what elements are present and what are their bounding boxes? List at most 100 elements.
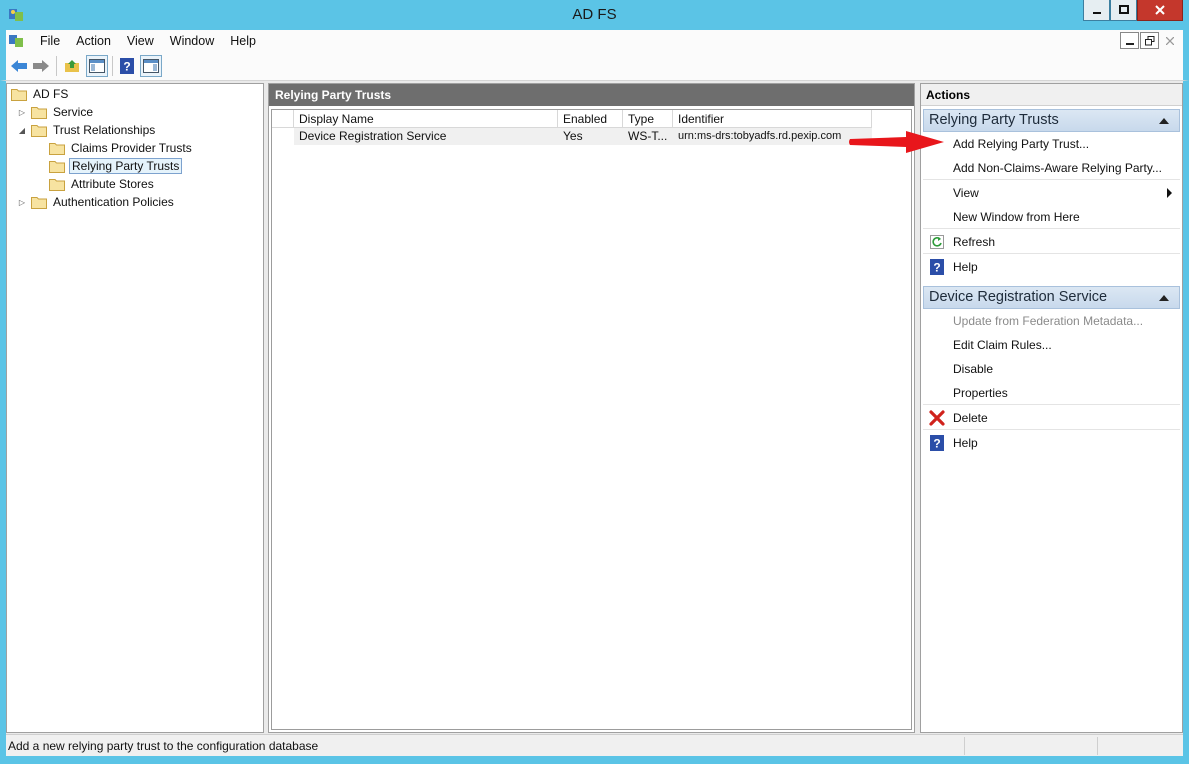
action-refresh[interactable]: Refresh	[923, 230, 1180, 254]
status-bar: Add a new relying party trust to the con…	[6, 734, 1183, 756]
toolbar-separator	[112, 56, 113, 76]
action-label: Help	[953, 260, 978, 274]
tree-item-claims-provider-trusts[interactable]: Claims Provider Trusts	[49, 139, 194, 157]
action-label: Add Relying Party Trust...	[953, 137, 1090, 151]
action-delete[interactable]: Delete	[923, 406, 1180, 430]
child-minimize-button[interactable]	[1120, 32, 1139, 49]
svg-text:?: ?	[933, 261, 940, 275]
child-window-controls	[1120, 32, 1179, 49]
tree-item-trust-relationships[interactable]: ◢ Trust Relationships	[17, 121, 157, 139]
actions-pane-title: Actions	[921, 84, 1182, 106]
collapsed-arrow-icon[interactable]: ▷	[17, 193, 27, 211]
action-label: Delete	[953, 410, 988, 425]
collapse-caret-icon[interactable]	[1159, 295, 1169, 301]
menu-bar: File Action View Window Help	[0, 30, 1189, 52]
action-view[interactable]: View	[923, 181, 1180, 205]
submenu-arrow-icon	[1167, 188, 1172, 198]
folder-icon	[49, 160, 65, 173]
action-label: Add Non-Claims-Aware Relying Party...	[953, 160, 1162, 175]
tree-item-attribute-stores[interactable]: Attribute Stores	[49, 175, 156, 193]
tree-item-label: AD FS	[33, 87, 69, 101]
svg-text:?: ?	[933, 437, 940, 451]
action-help-device-registration[interactable]: ? Help	[923, 431, 1180, 455]
back-button[interactable]	[8, 55, 30, 77]
window-controls	[1083, 0, 1183, 21]
menu-help[interactable]: Help	[222, 30, 264, 52]
help-button[interactable]: ?	[116, 55, 138, 77]
action-new-window-from-here[interactable]: New Window from Here	[923, 205, 1180, 229]
console-panes: AD FS ▷ Service ◢ Trust Relationships Cl…	[6, 81, 1183, 734]
show-hide-action-pane-icon	[143, 59, 159, 73]
back-arrow-icon	[11, 60, 27, 72]
actions-section-relying-party-trusts[interactable]: Relying Party Trusts	[923, 109, 1180, 132]
show-hide-tree-icon	[89, 59, 105, 73]
action-label: Update from Federation Metadata...	[953, 314, 1144, 328]
action-properties[interactable]: Properties	[923, 381, 1180, 405]
minimize-icon	[1092, 12, 1101, 14]
results-pane: Relying Party Trusts Display Name Enable…	[268, 83, 915, 733]
action-update-from-federation-metadata[interactable]: Update from Federation Metadata...	[923, 309, 1180, 333]
help-icon: ?	[929, 435, 945, 451]
title-bar: AD FS	[0, 0, 1189, 30]
svg-text:?: ?	[123, 60, 130, 74]
close-button[interactable]	[1137, 0, 1183, 21]
status-text: Add a new relying party trust to the con…	[8, 739, 319, 753]
folder-icon	[49, 178, 65, 191]
tree-item-authentication-policies[interactable]: ▷ Authentication Policies	[17, 193, 176, 211]
folder-icon	[31, 124, 47, 137]
menu-action[interactable]: Action	[68, 30, 119, 52]
results-pane-header: Relying Party Trusts	[269, 84, 914, 106]
action-add-relying-party-trust[interactable]: Add Relying Party Trust...	[923, 132, 1180, 156]
tree-item-label: Trust Relationships	[53, 123, 156, 137]
menu-window[interactable]: Window	[162, 30, 222, 52]
action-label: Disable	[953, 362, 994, 376]
column-header-type[interactable]: Type	[623, 110, 673, 128]
toolbar-separator	[56, 56, 57, 76]
collapse-caret-icon[interactable]	[1159, 118, 1169, 124]
forward-arrow-icon	[33, 60, 49, 72]
section-header-label: Relying Party Trusts	[929, 112, 1059, 128]
column-headers: Display Name Enabled Type Identifier	[272, 110, 872, 128]
relying-party-list[interactable]: Display Name Enabled Type Identifier Dev…	[271, 109, 912, 730]
action-edit-claim-rules[interactable]: Edit Claim Rules...	[923, 333, 1180, 357]
show-hide-action-pane-button[interactable]	[140, 55, 162, 77]
action-label: New Window from Here	[953, 209, 1080, 224]
action-add-non-claims-aware-relying-party[interactable]: Add Non-Claims-Aware Relying Party...	[923, 156, 1180, 180]
section-header-label: Device Registration Service	[929, 289, 1108, 305]
minimize-button[interactable]	[1083, 0, 1110, 21]
collapsed-arrow-icon[interactable]: ▷	[17, 103, 27, 121]
folder-icon	[31, 106, 47, 119]
child-close-button[interactable]	[1160, 32, 1179, 49]
actions-section-device-registration-service[interactable]: Device Registration Service	[923, 286, 1180, 309]
tree-item-label: Service	[53, 105, 94, 119]
column-header-identifier[interactable]: Identifier	[673, 110, 872, 128]
show-hide-tree-button[interactable]	[86, 55, 108, 77]
tree-item-adfs[interactable]: AD FS	[11, 85, 70, 103]
cell-type: WS-T...	[628, 129, 668, 143]
status-divider	[964, 737, 965, 755]
action-label: Properties	[953, 385, 1008, 400]
maximize-button[interactable]	[1110, 0, 1137, 21]
tree-item-service[interactable]: ▷ Service	[17, 103, 95, 121]
column-header-display-name[interactable]: Display Name	[294, 110, 558, 128]
menu-file[interactable]: File	[32, 30, 68, 52]
console-tree: AD FS ▷ Service ◢ Trust Relationships Cl…	[6, 83, 264, 733]
tree-item-relying-party-trusts[interactable]: Relying Party Trusts	[49, 157, 183, 175]
maximize-icon	[1118, 5, 1129, 14]
forward-button[interactable]	[30, 55, 52, 77]
column-header-enabled[interactable]: Enabled	[558, 110, 623, 128]
table-row[interactable]: Device Registration Service Yes WS-T... …	[294, 128, 872, 145]
child-restore-button[interactable]	[1140, 32, 1159, 49]
expanded-arrow-icon[interactable]: ◢	[17, 121, 27, 139]
action-disable[interactable]: Disable	[923, 357, 1180, 381]
action-label: Edit Claim Rules...	[953, 338, 1052, 352]
up-one-level-button[interactable]	[61, 55, 83, 77]
action-help[interactable]: ? Help	[923, 255, 1180, 279]
red-annotation-arrow	[849, 131, 944, 153]
close-icon	[1165, 36, 1174, 45]
delete-icon	[929, 409, 945, 426]
window-title: AD FS	[572, 6, 617, 23]
folder-icon	[31, 196, 47, 209]
menu-view[interactable]: View	[119, 30, 162, 52]
console-icon[interactable]	[8, 33, 24, 49]
